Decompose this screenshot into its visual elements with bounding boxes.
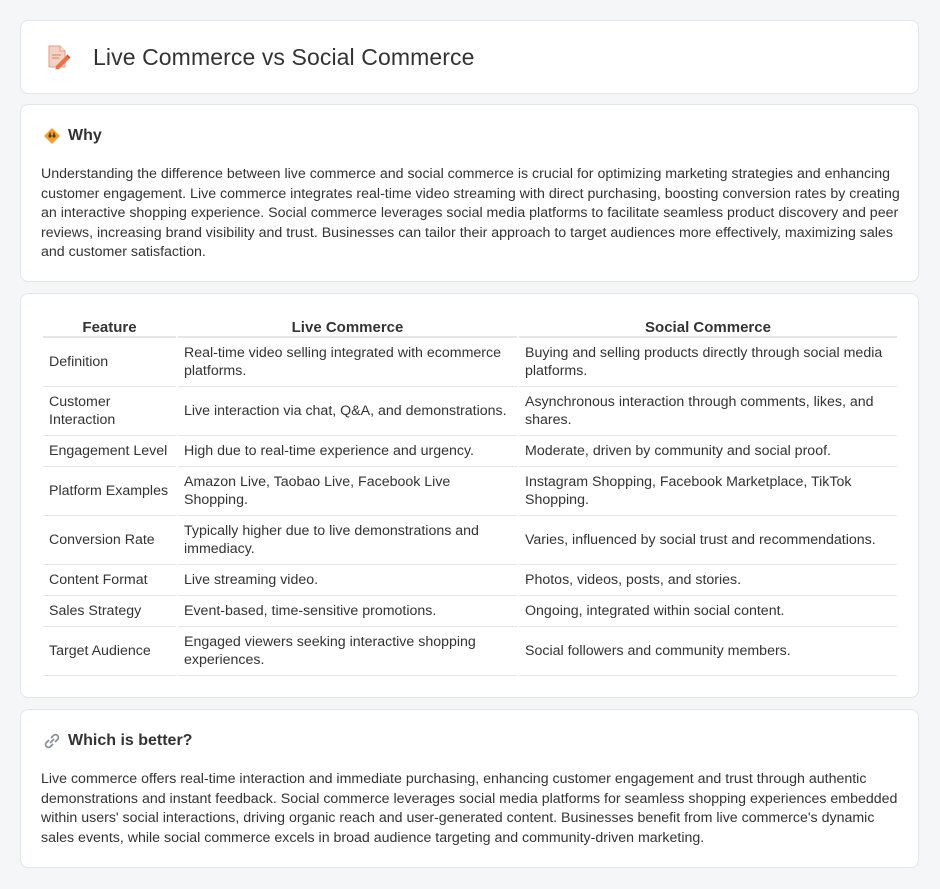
table-row: Target Audience Engaged viewers seeking … xyxy=(43,627,897,676)
comparison-card: Feature Live Commerce Social Commerce De… xyxy=(20,293,919,698)
social-cell: Moderate, driven by community and social… xyxy=(519,436,897,467)
social-cell: Social followers and community members. xyxy=(519,627,897,676)
why-card: Why Understanding the difference between… xyxy=(20,104,919,282)
comparison-table: Feature Live Commerce Social Commerce De… xyxy=(41,316,899,676)
table-row: Engagement Level High due to real-time e… xyxy=(43,436,897,467)
why-text: Understanding the difference between liv… xyxy=(41,166,900,261)
link-icon xyxy=(43,732,61,750)
feature-cell: Customer Interaction xyxy=(43,387,176,436)
feature-cell: Content Format xyxy=(43,565,176,596)
table-row: Conversion Rate Typically higher due to … xyxy=(43,516,897,565)
social-cell: Buying and selling products directly thr… xyxy=(519,338,897,387)
which-is-better-title: Which is better? xyxy=(68,732,193,749)
which-is-better-text: Live commerce offers real-time interacti… xyxy=(41,771,898,846)
table-row: Sales Strategy Event-based, time-sensiti… xyxy=(43,596,897,627)
social-cell: Photos, videos, posts, and stories. xyxy=(519,565,897,596)
page-title: Live Commerce vs Social Commerce xyxy=(93,43,475,70)
table-row: Definition Real-time video selling integ… xyxy=(43,338,897,387)
document-pencil-icon xyxy=(45,43,71,71)
social-cell: Ongoing, integrated within social conten… xyxy=(519,596,897,627)
live-cell: Typically higher due to live demonstrati… xyxy=(178,516,517,565)
title-card: Live Commerce vs Social Commerce xyxy=(20,20,919,94)
social-cell: Varies, influenced by social trust and r… xyxy=(519,516,897,565)
feature-cell: Target Audience xyxy=(43,627,176,676)
live-cell: Event-based, time-sensitive promotions. xyxy=(178,596,517,627)
table-row: Customer Interaction Live interaction vi… xyxy=(43,387,897,436)
feature-cell: Definition xyxy=(43,338,176,387)
social-cell: Asynchronous interaction through comment… xyxy=(519,387,897,436)
which-is-better-card: Which is better? Live commerce offers re… xyxy=(20,709,919,868)
live-cell: Live streaming video. xyxy=(178,565,517,596)
live-cell: Engaged viewers seeking interactive shop… xyxy=(178,627,517,676)
table-row: Content Format Live streaming video. Pho… xyxy=(43,565,897,596)
live-cell: Real-time video selling integrated with … xyxy=(178,338,517,387)
table-row: Platform Examples Amazon Live, Taobao Li… xyxy=(43,467,897,516)
lightbulb-icon xyxy=(43,127,61,145)
header-social-commerce: Social Commerce xyxy=(519,316,897,338)
live-cell: High due to real-time experience and urg… xyxy=(178,436,517,467)
social-cell: Instagram Shopping, Facebook Marketplace… xyxy=(519,467,897,516)
feature-cell: Conversion Rate xyxy=(43,516,176,565)
header-feature: Feature xyxy=(43,316,176,338)
feature-cell: Platform Examples xyxy=(43,467,176,516)
feature-cell: Sales Strategy xyxy=(43,596,176,627)
table-header-row: Feature Live Commerce Social Commerce xyxy=(43,316,897,338)
why-title: Why xyxy=(68,127,102,144)
live-cell: Live interaction via chat, Q&A, and demo… xyxy=(178,387,517,436)
live-cell: Amazon Live, Taobao Live, Facebook Live … xyxy=(178,467,517,516)
feature-cell: Engagement Level xyxy=(43,436,176,467)
header-live-commerce: Live Commerce xyxy=(178,316,517,338)
